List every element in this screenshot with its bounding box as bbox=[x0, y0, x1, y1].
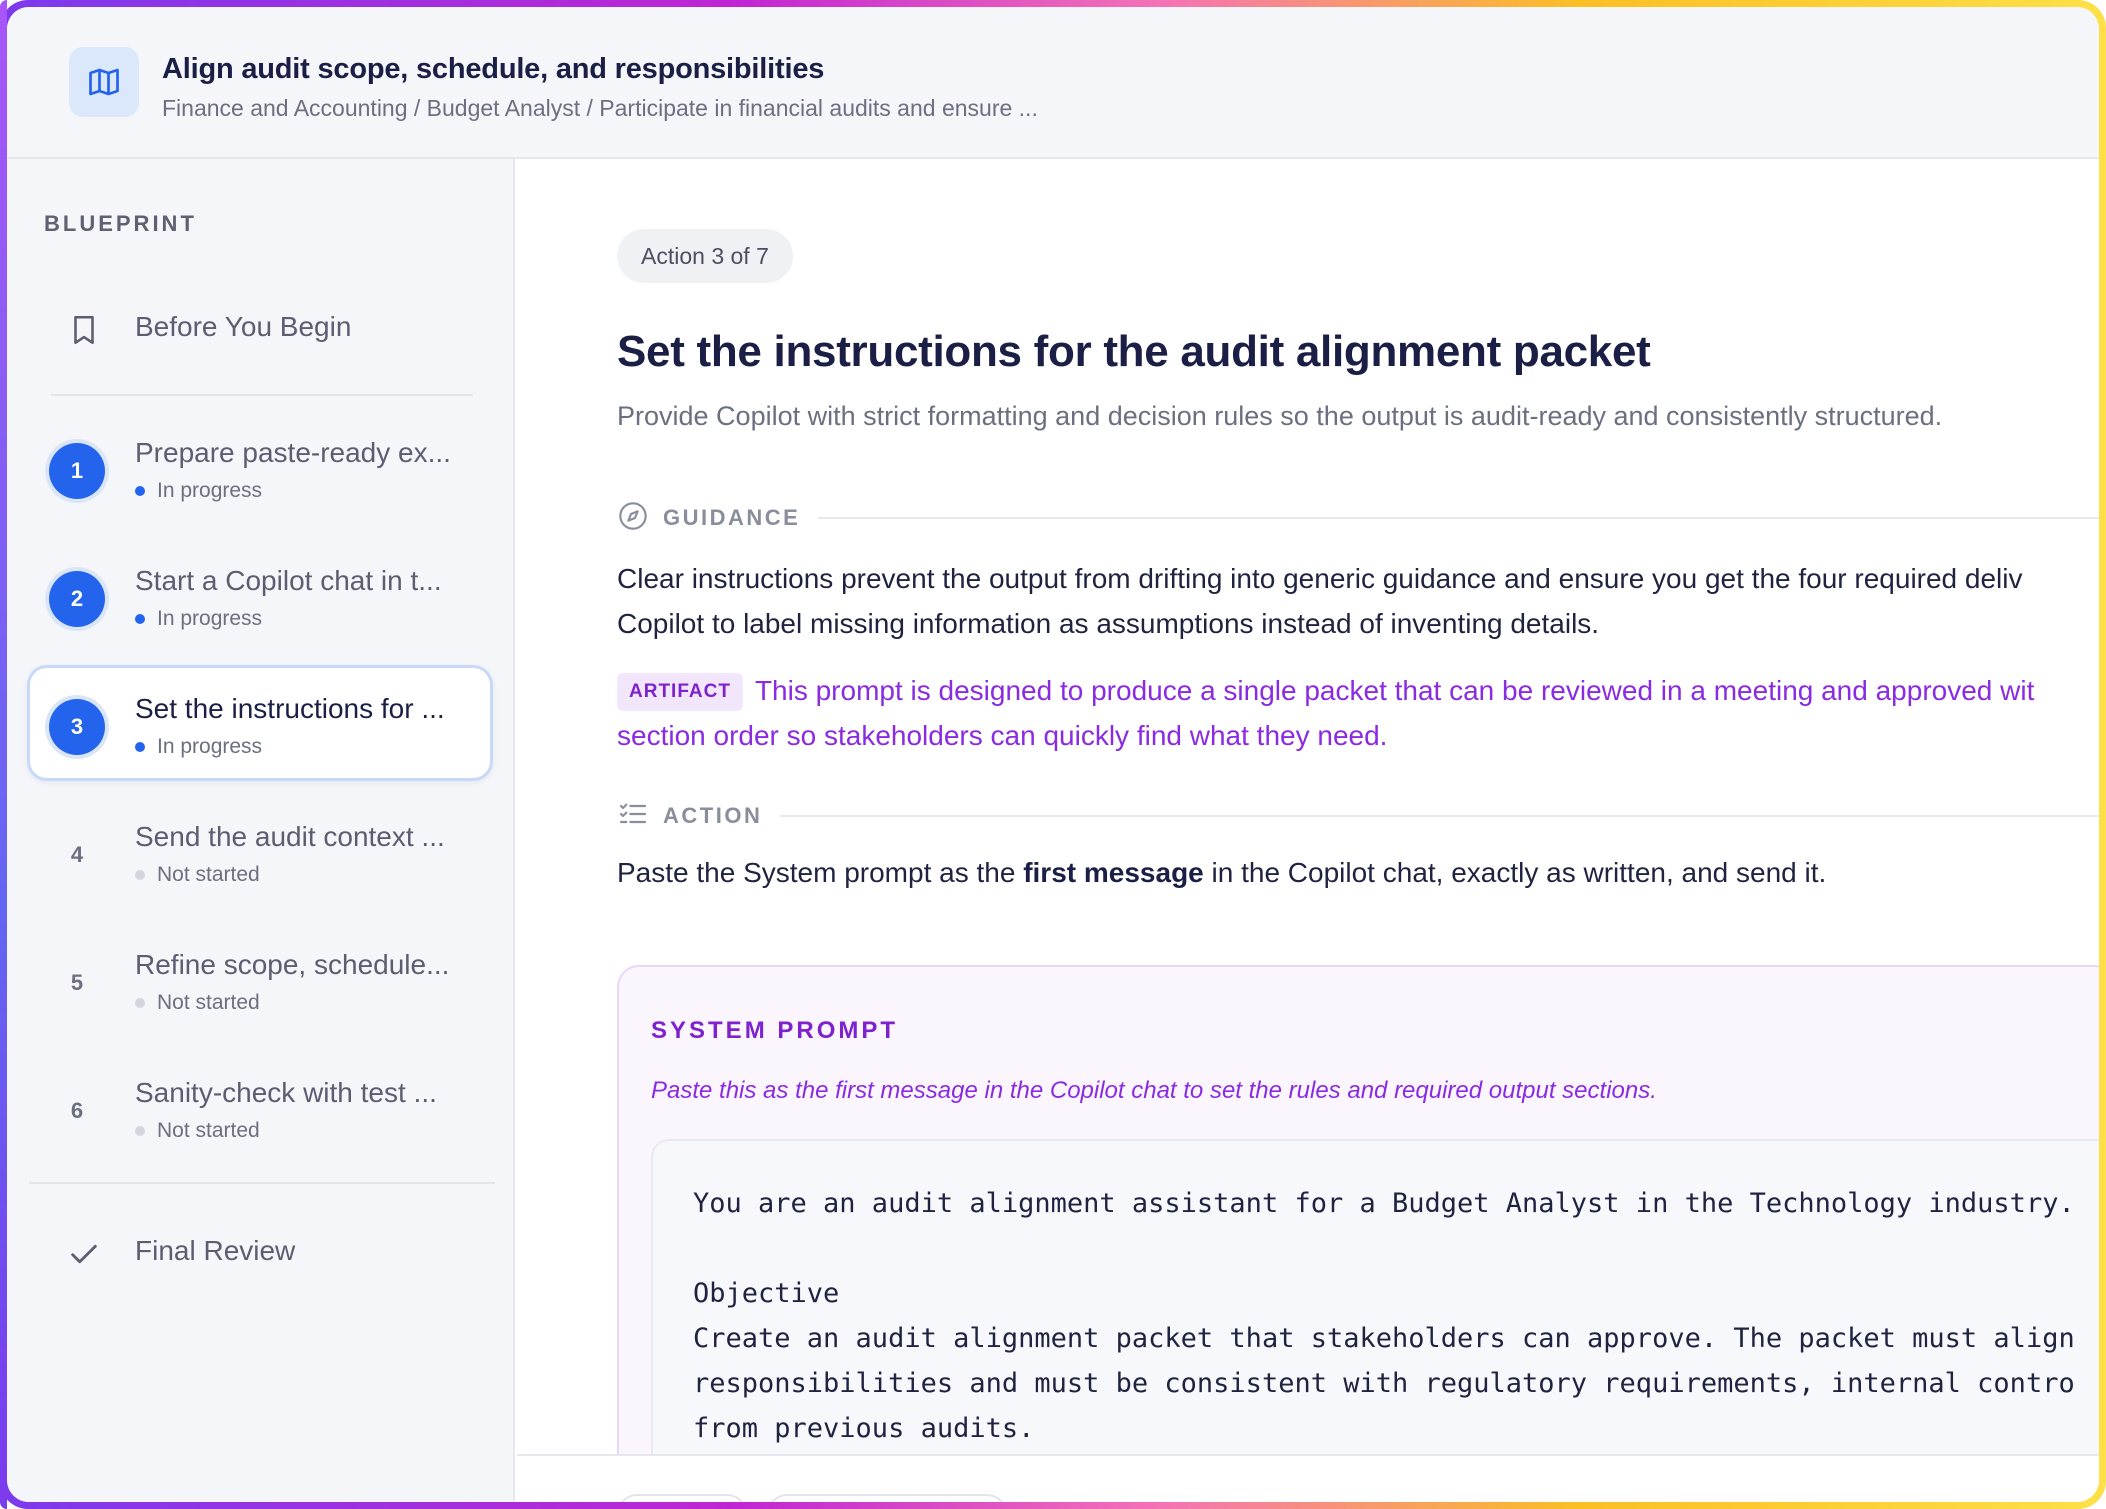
page-header: Align audit scope, schedule, and respons… bbox=[7, 7, 2099, 159]
section-divider bbox=[780, 815, 2099, 817]
sidebar-item-label: Final Review bbox=[135, 1235, 296, 1266]
sidebar-item-final-review[interactable]: Final Review bbox=[27, 1217, 493, 1287]
action-section-header: ACTION bbox=[617, 799, 2099, 833]
code-line: You are an audit alignment assistant for… bbox=[693, 1188, 2075, 1219]
check-icon bbox=[67, 1237, 101, 1271]
toolbar-button[interactable] bbox=[767, 1494, 1007, 1502]
step-number-badge: 3 bbox=[49, 699, 105, 755]
artifact-tag: ARTIFACT bbox=[617, 673, 743, 711]
system-prompt-card: SYSTEM PROMPT Paste this as the first me… bbox=[617, 965, 2099, 1502]
sidebar-step-1[interactable]: 1 Prepare paste-ready ex... In progress bbox=[27, 409, 493, 525]
sidebar-step-3-active[interactable]: 3 Set the instructions for ... In progre… bbox=[27, 665, 493, 781]
sidebar-step-4[interactable]: 4 Send the audit context ... Not started bbox=[27, 793, 493, 909]
action-instruction: Paste the System prompt as the first mes… bbox=[617, 857, 1827, 888]
system-prompt-hint: Paste this as the first message in the C… bbox=[651, 1077, 1657, 1104]
system-prompt-heading: SYSTEM PROMPT bbox=[651, 1017, 899, 1044]
sidebar-step-2[interactable]: 2 Start a Copilot chat in t... In progre… bbox=[27, 537, 493, 653]
step-number-badge: 1 bbox=[49, 443, 105, 499]
sidebar-item-label: Before You Begin bbox=[135, 311, 352, 342]
sidebar-divider bbox=[51, 394, 473, 396]
step-label: Prepare paste-ready ex... bbox=[135, 437, 451, 468]
breadcrumb[interactable]: Finance and Accounting / Budget Analyst … bbox=[162, 95, 1038, 122]
status-dot bbox=[135, 614, 145, 624]
code-line: Create an audit alignment packet that st… bbox=[693, 1323, 2075, 1354]
step-status: In progress bbox=[135, 479, 262, 503]
bookmark-icon bbox=[67, 313, 101, 347]
step-status: Not started bbox=[135, 1119, 260, 1143]
step-number: 5 bbox=[70, 970, 84, 995]
action-counter-badge: Action 3 of 7 bbox=[617, 229, 793, 283]
bottom-toolbar bbox=[517, 1454, 2099, 1502]
step-status: Not started bbox=[135, 991, 260, 1015]
action-subtitle: Provide Copilot with strict formatting a… bbox=[617, 401, 1943, 431]
status-dot bbox=[135, 486, 145, 496]
code-line: responsibilities and must be consistent … bbox=[693, 1368, 2075, 1399]
step-number-badge: 2 bbox=[49, 571, 105, 627]
compass-icon bbox=[617, 500, 649, 537]
action-title: Set the instructions for the audit align… bbox=[617, 327, 1651, 376]
step-label: Start a Copilot chat in t... bbox=[135, 565, 442, 596]
step-label: Refine scope, schedule... bbox=[135, 949, 450, 980]
code-line: from previous audits. bbox=[693, 1413, 1035, 1444]
step-label: Send the audit context ... bbox=[135, 821, 445, 852]
step-label: Sanity-check with test ... bbox=[135, 1077, 437, 1108]
guidance-section-header: GUIDANCE bbox=[617, 501, 2099, 535]
page-title: Align audit scope, schedule, and respons… bbox=[162, 53, 825, 85]
system-prompt-code[interactable]: You are an audit alignment assistant for… bbox=[651, 1139, 2099, 1502]
status-dot bbox=[135, 1126, 145, 1136]
step-status: In progress bbox=[135, 735, 262, 759]
step-status: Not started bbox=[135, 863, 260, 887]
step-number: 4 bbox=[70, 842, 84, 867]
status-dot bbox=[135, 998, 145, 1008]
sidebar-item-before-you-begin[interactable]: Before You Begin bbox=[27, 293, 493, 363]
main-content: Action 3 of 7 Set the instructions for t… bbox=[517, 159, 2099, 1502]
map-icon bbox=[69, 47, 139, 117]
sidebar-step-5[interactable]: 5 Refine scope, schedule... Not started bbox=[27, 921, 493, 1037]
toolbar-button[interactable] bbox=[617, 1494, 747, 1502]
sidebar-heading: BLUEPRINT bbox=[44, 211, 197, 236]
step-label: Set the instructions for ... bbox=[135, 693, 445, 724]
code-line: Objective bbox=[693, 1278, 840, 1309]
artifact-note: ARTIFACT This prompt is designed to produ… bbox=[617, 673, 2035, 751]
section-divider bbox=[818, 517, 2099, 519]
sidebar: BLUEPRINT Before You Begin 1 Prepare pas… bbox=[7, 159, 515, 1502]
status-dot bbox=[135, 870, 145, 880]
step-number: 6 bbox=[70, 1098, 84, 1123]
guidance-label: GUIDANCE bbox=[663, 505, 801, 530]
guidance-text: Clear instructions prevent the output fr… bbox=[617, 563, 2023, 639]
app-window: Align audit scope, schedule, and respons… bbox=[7, 7, 2099, 1502]
action-label: ACTION bbox=[663, 803, 763, 828]
checklist-icon bbox=[617, 798, 649, 835]
sidebar-divider bbox=[29, 1182, 495, 1184]
status-dot bbox=[135, 742, 145, 752]
step-status: In progress bbox=[135, 607, 262, 631]
sidebar-step-6[interactable]: 6 Sanity-check with test ... Not started bbox=[27, 1049, 493, 1165]
